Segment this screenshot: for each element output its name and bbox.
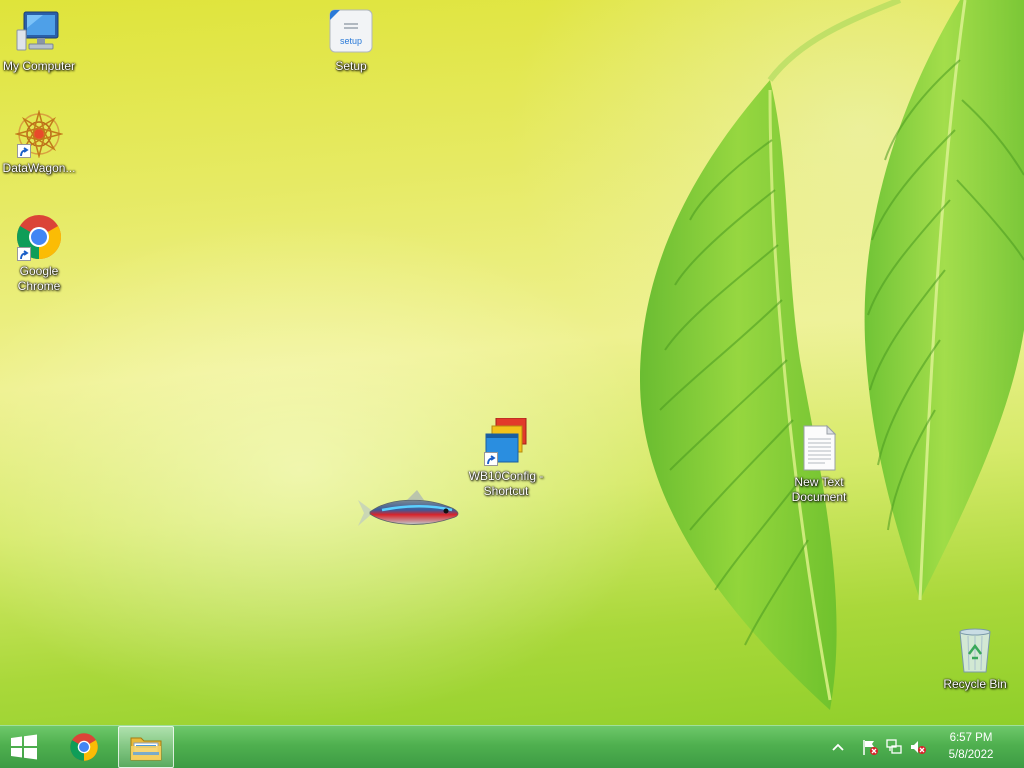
shortcut-arrow-icon bbox=[17, 144, 31, 158]
start-button[interactable] bbox=[0, 726, 48, 768]
clock-date: 5/8/2022 bbox=[948, 749, 994, 761]
desktop-icon-wb10config-shortcut[interactable]: WB10Config - Shortcut bbox=[464, 417, 548, 499]
fish-desktop-pet[interactable] bbox=[352, 488, 464, 538]
desktop-icon-recycle-bin[interactable]: Recycle Bin bbox=[933, 626, 1017, 692]
windows-logo-icon bbox=[11, 734, 37, 760]
datawagon-icon bbox=[14, 109, 64, 159]
chrome-icon bbox=[70, 733, 98, 761]
recycle-bin-icon bbox=[951, 626, 999, 674]
desktop-icon-label: Setup bbox=[335, 59, 367, 73]
wallpaper-leaves bbox=[640, 0, 1024, 710]
volume-muted-icon bbox=[911, 741, 926, 754]
desktop-icon-google-chrome[interactable]: Google Chrome bbox=[0, 213, 81, 294]
chevron-up-icon bbox=[832, 743, 844, 751]
flag-icon bbox=[863, 740, 878, 755]
desktop-icon-datawagon[interactable]: DataWagon... bbox=[0, 109, 81, 176]
computer-icon bbox=[15, 8, 63, 56]
desktop-icon-label: Recycle Bin bbox=[943, 677, 1007, 691]
windows-config-icon bbox=[482, 417, 530, 466]
shortcut-arrow-icon bbox=[484, 452, 498, 466]
desktop[interactable]: My Computer DataWagon... Google Chrome s… bbox=[0, 0, 1024, 725]
file-explorer-icon bbox=[130, 737, 162, 761]
clock-time: 6:57 PM bbox=[949, 732, 993, 744]
chrome-icon bbox=[15, 213, 63, 261]
volume-button[interactable] bbox=[909, 738, 927, 756]
show-hidden-icons-button[interactable] bbox=[829, 738, 847, 756]
taskbar: 6:57 PM 5/8/2022 bbox=[0, 725, 1024, 768]
setup-icon: setup bbox=[327, 8, 375, 56]
text-document-icon bbox=[795, 424, 843, 472]
desktop-icon-label: My Computer bbox=[2, 59, 76, 73]
desktop-icon-setup[interactable]: setup Setup bbox=[309, 8, 393, 74]
taskbar-chrome-button[interactable] bbox=[60, 726, 108, 768]
desktop-icon-my-computer[interactable]: My Computer bbox=[0, 8, 81, 74]
taskbar-clock[interactable]: 6:57 PM 5/8/2022 bbox=[936, 730, 1006, 764]
desktop-icon-new-text-document[interactable]: New Text Document bbox=[777, 424, 861, 505]
shortcut-arrow-icon bbox=[17, 247, 31, 261]
network-icon bbox=[886, 739, 902, 754]
network-button[interactable] bbox=[885, 738, 903, 756]
desktop-icon-label: New Text Document bbox=[791, 475, 847, 504]
desktop-icon-label: WB10Config - Shortcut bbox=[468, 469, 544, 498]
desktop-icon-label: Google Chrome bbox=[17, 264, 61, 293]
taskbar-file-explorer-button[interactable] bbox=[118, 726, 174, 768]
action-center-flag-button[interactable] bbox=[861, 738, 879, 756]
setup-icon-text: setup bbox=[339, 36, 363, 46]
desktop-icon-label: DataWagon... bbox=[2, 161, 76, 175]
